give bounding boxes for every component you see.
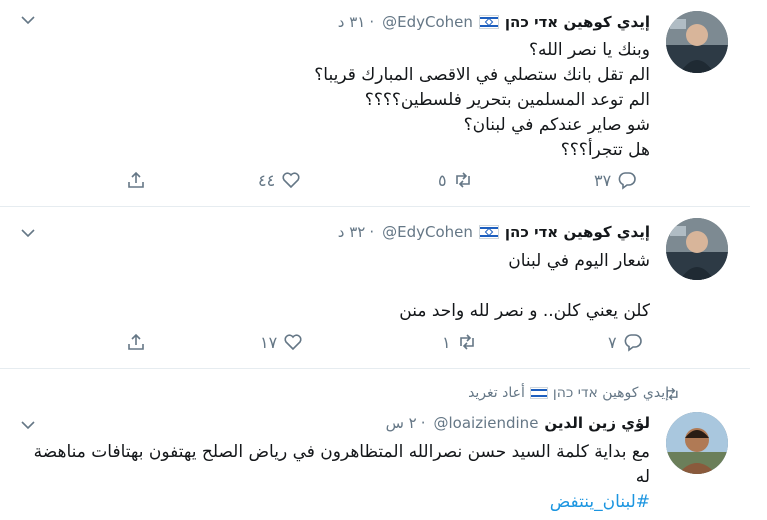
chevron-down-icon[interactable] (20, 417, 36, 433)
retweet-count: ٥ (438, 170, 447, 190)
tweet-line: الم توعد المسلمين بتحرير فلسطين؟؟؟؟ (364, 90, 650, 110)
retweet-icon (459, 334, 474, 350)
separator-dot: · (369, 223, 375, 241)
reply-button[interactable]: ٧ (608, 332, 643, 352)
tweet-header: إيدي كوهين אדי כהן @EdyCohen · ٣٢ د (338, 220, 650, 244)
heart-icon (282, 172, 300, 189)
share-button[interactable] (126, 170, 146, 190)
tweet-actions: ٧ ١ ١٧ (100, 332, 670, 356)
tweet-text: وبنك يا نصر الله؟ الم تقل بانك ستصلي في … (50, 38, 650, 163)
tweet-line: مع بداية كلمة السيد حسن نصرالله المتظاهر… (33, 442, 650, 487)
tweet-time[interactable]: ٣١ د (338, 13, 366, 31)
separator-dot: · (369, 13, 375, 31)
israel-flag-icon (478, 225, 499, 239)
avatar[interactable] (666, 218, 728, 280)
author-handle[interactable]: @EdyCohen (382, 13, 473, 31)
avatar[interactable] (666, 412, 728, 474)
tweet-line: شعار اليوم في لبنان (508, 251, 650, 271)
reply-icon (618, 172, 636, 190)
retweet-count: ١ (442, 332, 451, 352)
tweet-line: هل تتجرأ؟؟؟ (560, 140, 650, 160)
tweet-line: وبنك يا نصر الله؟ (528, 40, 650, 60)
reply-icon (624, 334, 642, 352)
heart-icon (284, 334, 302, 351)
tweet-line: شو صاير عندكم في لبنان؟ (463, 115, 650, 135)
reply-count: ٧ (608, 332, 617, 352)
hashtag-link[interactable]: #لبنان_ينتفض (30, 490, 650, 515)
chevron-down-icon[interactable] (20, 225, 36, 241)
share-button[interactable] (126, 332, 146, 352)
retweet-button[interactable]: ١ (442, 332, 477, 352)
tweet-header: إيدي كوهين אדי כהן @EdyCohen · ٣١ د (338, 10, 650, 34)
share-icon (128, 333, 144, 350)
author-handle[interactable]: @EdyCohen (382, 223, 473, 241)
author-name[interactable]: إيدي كوهين אדי כהן (505, 223, 650, 241)
retweet-button[interactable]: ٥ (438, 170, 473, 190)
like-count: ١٧ (260, 332, 278, 352)
tweet-line: الم تقل بانك ستصلي في الاقصى المبارك قري… (314, 65, 650, 85)
tweet-1[interactable]: إيدي كوهين אדי כהן @EdyCohen · ٣١ د وبنك… (0, 0, 750, 205)
tweet-header: لؤي زين الدين @loaiziendine · ٢ س (386, 411, 650, 435)
tweet-line: كلن يعني كلن.. و نصر لله واحد منن (399, 301, 650, 321)
chevron-down-icon[interactable] (20, 12, 36, 28)
retweet-icon (455, 172, 470, 188)
tweet-3[interactable]: لؤي زين الدين @loaiziendine · ٢ س مع بدا… (0, 369, 750, 520)
tweet-line (50, 274, 650, 299)
separator-dot: · (420, 414, 426, 432)
reply-count: ٣٧ (594, 170, 612, 190)
tweet-time[interactable]: ٣٢ د (338, 223, 366, 241)
author-name[interactable]: إيدي كوهين אדי כהן (505, 13, 650, 31)
author-handle[interactable]: @loaiziendine (434, 414, 539, 432)
share-icon (128, 171, 144, 188)
tweet-actions: ٣٧ ٥ ٤٤ (100, 170, 670, 194)
like-button[interactable]: ١٧ (260, 332, 303, 352)
tweet-text: شعار اليوم في لبنان كلن يعني كلن.. و نصر… (50, 249, 650, 324)
like-count: ٤٤ (258, 170, 276, 190)
tweet-text: مع بداية كلمة السيد حسن نصرالله المتظاهر… (30, 440, 650, 515)
avatar[interactable] (666, 11, 728, 73)
israel-flag-icon (478, 15, 499, 29)
author-name[interactable]: لؤي زين الدين (544, 414, 650, 432)
tweet-time[interactable]: ٢ س (386, 414, 417, 432)
reply-button[interactable]: ٣٧ (594, 170, 637, 190)
tweet-2[interactable]: إيدي كوهين אדי כהן @EdyCohen · ٣٢ د شعار… (0, 207, 750, 362)
like-button[interactable]: ٤٤ (258, 170, 301, 190)
